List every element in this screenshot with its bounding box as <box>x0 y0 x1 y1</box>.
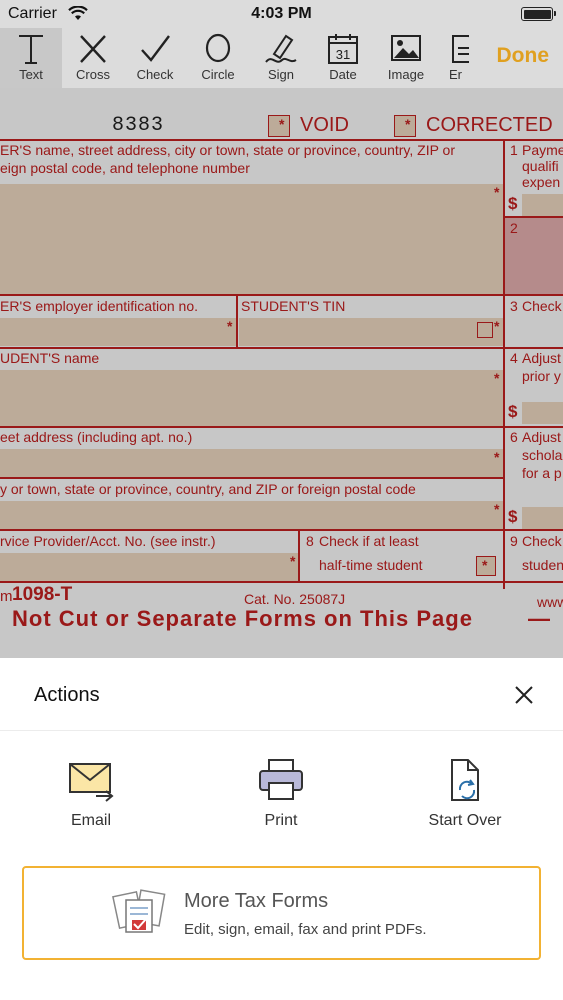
print-action[interactable]: Print <box>206 758 356 848</box>
tool-check-label: Check <box>136 67 174 82</box>
actions-sheet: Actions Email Print Start Over More Tax … <box>0 658 563 1000</box>
more-tax-forms-title: More Tax Forms <box>184 890 329 912</box>
tool-text-label: Text <box>19 67 43 82</box>
tool-circle-label: Circle <box>201 67 235 82</box>
annotation-toolbar: Text Cross Check Circle Sign 31 Date Ima… <box>0 28 563 88</box>
actions-header: Actions <box>0 658 563 731</box>
email-label: Email <box>70 812 111 829</box>
close-button[interactable] <box>513 684 535 706</box>
tool-eraser[interactable]: Er <box>437 28 469 88</box>
more-tax-forms-card[interactable]: More Tax Forms Edit, sign, email, fax an… <box>22 866 541 960</box>
actions-title: Actions <box>34 684 100 706</box>
close-icon <box>513 686 535 710</box>
printer-icon <box>206 758 356 802</box>
tool-sign[interactable]: Sign <box>250 28 312 88</box>
tool-image-label: Image <box>387 67 425 82</box>
status-bar: Carrier 4:03 PM <box>0 0 563 28</box>
print-label: Print <box>264 812 298 829</box>
start-over-icon <box>390 758 540 802</box>
tool-image[interactable]: Image <box>375 28 437 88</box>
start-over-action[interactable]: Start Over <box>390 758 540 848</box>
tool-cross[interactable]: Cross <box>62 28 124 88</box>
modal-dim-overlay[interactable] <box>0 88 563 658</box>
email-action[interactable]: Email <box>16 758 166 848</box>
done-button[interactable]: Done <box>497 44 550 68</box>
tax-forms-icon <box>110 886 170 943</box>
tool-cross-label: Cross <box>76 67 110 82</box>
tool-sign-label: Sign <box>267 67 295 82</box>
tool-circle[interactable]: Circle <box>187 28 249 88</box>
clock: 4:03 PM <box>251 5 312 22</box>
tool-date[interactable]: 31 Date <box>312 28 374 88</box>
tool-check[interactable]: Check <box>124 28 186 88</box>
tool-text[interactable]: Text <box>0 28 62 88</box>
more-tax-forms-subtitle: Edit, sign, email, fax and print PDFs. <box>184 921 427 938</box>
email-icon <box>16 758 166 802</box>
tool-eraser-label: Er <box>449 67 462 82</box>
battery-icon <box>521 7 556 21</box>
tool-date-label: Date <box>329 67 357 82</box>
start-over-label: Start Over <box>428 812 502 829</box>
calendar-day: 31 <box>336 47 350 62</box>
